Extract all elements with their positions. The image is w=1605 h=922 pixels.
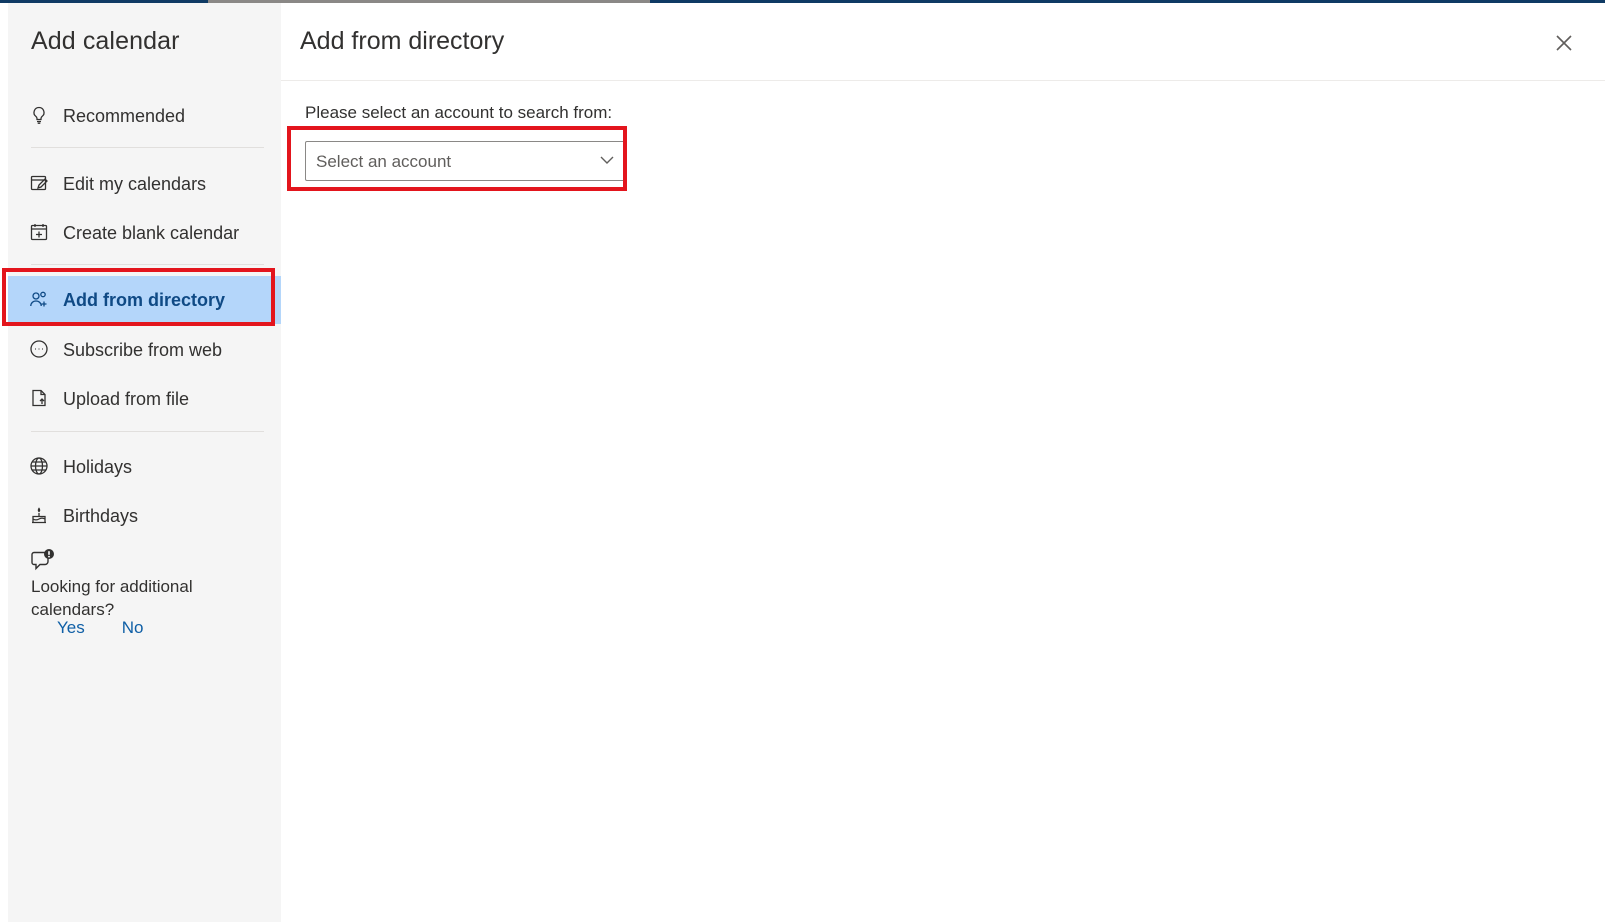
nav-item-label: Create blank calendar xyxy=(63,222,240,243)
account-prompt: Please select an account to search from: xyxy=(305,103,613,122)
nav-item-label: Subscribe from web xyxy=(63,339,223,360)
nav-item-upload-from-file[interactable]: Upload from file xyxy=(8,375,281,423)
nav-item-label: Add from directory xyxy=(63,289,226,310)
add-calendar-dialog: Add calendar Recommended Edit my calenda… xyxy=(8,3,1605,922)
nav-divider xyxy=(31,431,264,432)
nav-item-label: Recommended xyxy=(63,105,186,126)
close-icon xyxy=(1556,35,1572,51)
nav-title: Add calendar xyxy=(31,27,180,55)
main-panel: Add from directory Please select an acco… xyxy=(281,3,1605,922)
account-select-value: Select an account xyxy=(316,152,452,171)
nav-item-label: Birthdays xyxy=(63,505,139,526)
nav-item-label: Holidays xyxy=(63,456,133,477)
lightbulb-icon xyxy=(28,104,50,126)
nav-pane: Add calendar Recommended Edit my calenda… xyxy=(8,3,281,922)
people-search-icon xyxy=(28,288,50,310)
account-select[interactable]: Select an account xyxy=(305,141,626,181)
feedback-alert-icon xyxy=(30,548,56,574)
nav-item-subscribe-from-web[interactable]: Subscribe from web xyxy=(8,326,281,374)
nav-item-holidays[interactable]: Holidays xyxy=(8,443,281,491)
calendar-add-icon xyxy=(28,221,50,243)
feedback-yes-link[interactable]: Yes xyxy=(57,618,85,638)
nav-item-label: Edit my calendars xyxy=(63,173,207,194)
cake-icon xyxy=(28,504,50,526)
nav-divider xyxy=(31,147,264,148)
chevron-down-icon xyxy=(599,152,617,170)
nav-item-label: Upload from file xyxy=(63,388,190,409)
globe-icon xyxy=(28,455,50,477)
nav-item-create-blank-calendar[interactable]: Create blank calendar xyxy=(8,209,281,257)
close-button[interactable] xyxy=(1551,30,1577,56)
main-header: Add from directory xyxy=(281,3,1605,81)
nav-item-add-from-directory[interactable]: Add from directory xyxy=(8,276,281,324)
feedback-no-link[interactable]: No xyxy=(122,618,144,638)
nav-divider xyxy=(31,264,264,265)
feedback-question: Looking for additional calendars? xyxy=(31,577,193,619)
edit-calendar-icon xyxy=(28,172,50,194)
nav-item-birthdays[interactable]: Birthdays xyxy=(8,492,281,540)
feedback-links: Yes No xyxy=(57,618,143,638)
file-upload-icon xyxy=(28,387,50,409)
web-subscribe-icon xyxy=(28,338,50,360)
nav-item-recommended[interactable]: Recommended xyxy=(8,92,281,140)
page-title: Add from directory xyxy=(300,27,505,55)
nav-item-edit-my-calendars[interactable]: Edit my calendars xyxy=(8,160,281,208)
